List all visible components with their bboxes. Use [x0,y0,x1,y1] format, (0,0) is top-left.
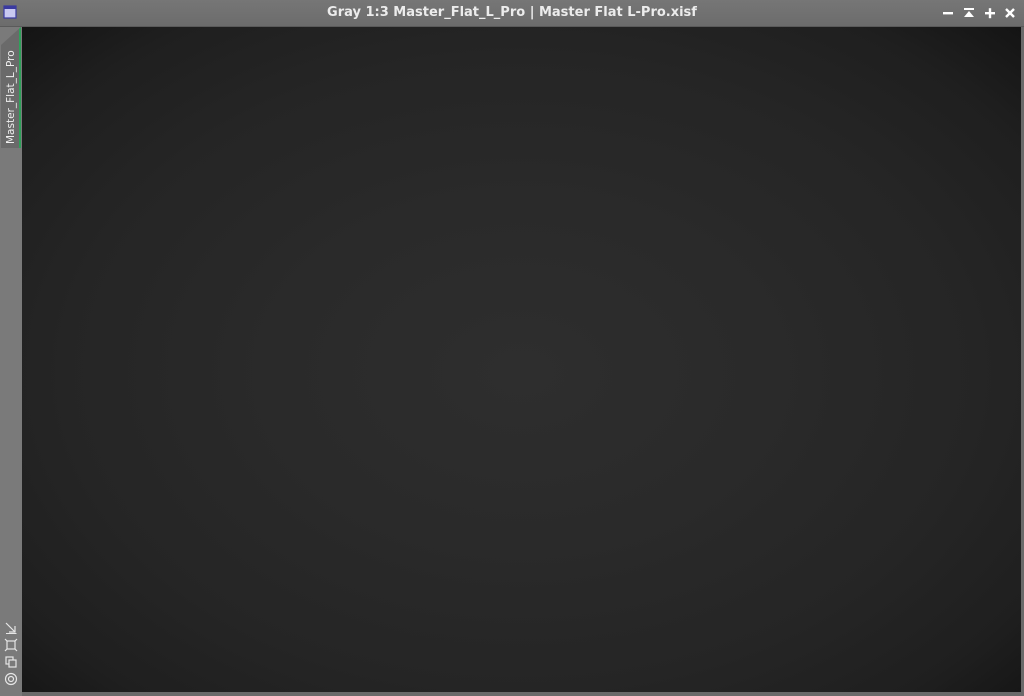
image-canvas[interactable] [22,27,1021,692]
target-icon[interactable] [4,672,18,686]
zoom-to-fit-icon[interactable] [4,638,18,652]
shade-icon[interactable] [962,6,976,20]
window-border-bottom[interactable] [22,692,1024,696]
window-title: Gray 1:3 Master_Flat_L_Pro | Master Flat… [327,5,697,20]
fit-view-icon[interactable] [4,621,18,635]
image-window: Gray 1:3 Master_Flat_L_Pro | Master Flat… [0,0,1024,696]
maximize-icon[interactable] [983,6,997,20]
view-tab-label: Master_Flat_L_Pro [5,50,17,144]
clone-view-icon[interactable] [4,655,18,669]
close-icon[interactable] [1003,6,1017,20]
minimize-icon[interactable] [941,6,955,20]
view-selector-strip: Master_Flat_L_Pro [0,27,22,696]
title-bar[interactable]: Gray 1:3 Master_Flat_L_Pro | Master Flat… [0,0,1024,27]
